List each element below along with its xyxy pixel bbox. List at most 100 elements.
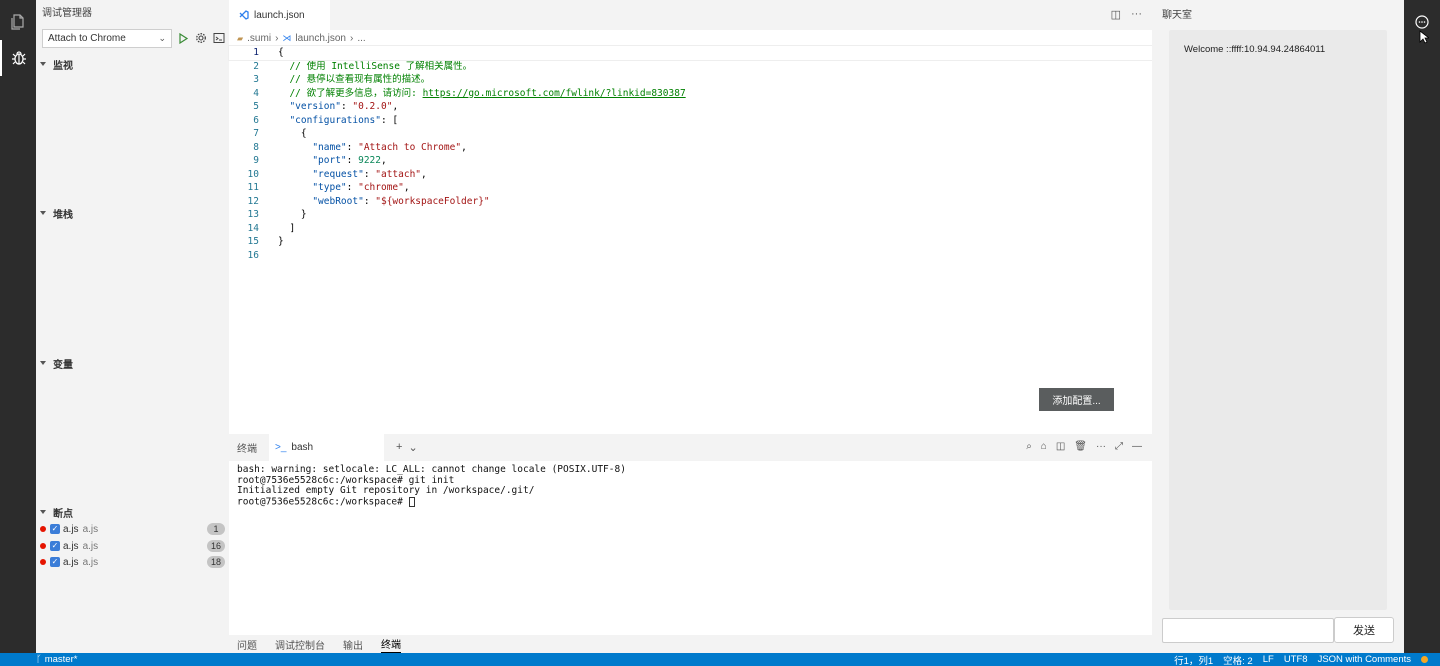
breakpoint-file: a.js bbox=[63, 540, 79, 552]
breadcrumb-file[interactable]: launch.json bbox=[295, 33, 346, 44]
files-icon bbox=[11, 14, 24, 30]
section-callstack[interactable]: 堆栈 bbox=[36, 205, 229, 221]
tab-launch-json[interactable]: launch.json bbox=[229, 0, 330, 30]
docs-link[interactable]: https://go.microsoft.com/fwlink/?linkid=… bbox=[423, 88, 686, 99]
code-line: 13 } bbox=[229, 208, 1152, 222]
start-debug-button[interactable] bbox=[176, 31, 190, 45]
breakpoint-item[interactable]: ✓ a.js a.js 16 bbox=[36, 538, 229, 554]
editor-tabs: launch.json ◫ ··· bbox=[229, 0, 1152, 30]
comment-text: // 欲了解更多信息，请访问: bbox=[289, 87, 423, 99]
debug-sidebar: 调试管理器 Attach to Chrome ⌄ 监视 堆栈 变量 断点 ✓ a… bbox=[36, 0, 229, 653]
new-terminal-group: + ⌄ bbox=[396, 441, 418, 454]
debug-config-value: Attach to Chrome bbox=[48, 32, 126, 44]
cursor-position[interactable]: 行1，列1 bbox=[1174, 653, 1213, 666]
gear-icon bbox=[196, 33, 206, 43]
editor-actions: ◫ ··· bbox=[1111, 8, 1142, 21]
split-terminal-icon[interactable]: ◫ bbox=[1056, 441, 1065, 452]
add-configuration-button[interactable]: 添加配置... bbox=[1039, 388, 1114, 411]
chevron-right-icon: › bbox=[275, 32, 279, 44]
mouse-cursor-icon bbox=[1419, 30, 1431, 47]
code-text: "name": "Attach to Chrome", bbox=[312, 141, 467, 153]
breakpoint-checkbox[interactable]: ✓ bbox=[50, 541, 60, 551]
more-actions-icon[interactable]: ··· bbox=[1096, 441, 1106, 452]
json-key: "webRoot" bbox=[312, 195, 364, 207]
code-text: // 欲了解更多信息，请访问: https://go.microsoft.com… bbox=[259, 87, 686, 101]
breakpoint-checkbox[interactable]: ✓ bbox=[50, 557, 60, 567]
tab-problems[interactable]: 问题 bbox=[237, 637, 257, 652]
chat-input[interactable] bbox=[1162, 618, 1334, 643]
breakpoint-line-badge: 16 bbox=[206, 540, 225, 552]
breakpoint-file: a.js bbox=[63, 556, 79, 568]
tab-output[interactable]: 输出 bbox=[343, 637, 363, 652]
caret-down-icon bbox=[40, 62, 46, 66]
status-bar-right: 行1，列1 空格: 2 LF UTF8 JSON with Comments bbox=[1174, 653, 1428, 666]
code-text: "type": "chrome", bbox=[312, 182, 410, 193]
section-variables[interactable]: 变量 bbox=[36, 355, 229, 371]
chat-message: Welcome ::ffff:10.94.94.24864011 bbox=[1184, 44, 1326, 55]
maximize-icon[interactable]: ⤢ bbox=[1115, 441, 1123, 452]
open-launch-config-button[interactable] bbox=[194, 31, 208, 45]
line-number: 6 bbox=[253, 114, 259, 126]
code-text: "port": 9222, bbox=[312, 155, 387, 166]
code-line: 12 "webRoot": "${workspaceFolder}" bbox=[229, 195, 1152, 209]
notification-icon[interactable] bbox=[1421, 656, 1428, 663]
debug-console-button[interactable] bbox=[212, 31, 226, 45]
section-watch[interactable]: 监视 bbox=[36, 56, 229, 72]
section-watch-label: 监视 bbox=[53, 60, 73, 72]
language-mode[interactable]: JSON with Comments bbox=[1318, 654, 1411, 665]
json-bracket: } bbox=[300, 209, 307, 220]
terminal-tab-bash[interactable]: >_ bash bbox=[269, 434, 384, 461]
panel-title: 终端 bbox=[237, 444, 257, 455]
breadcrumb-symbol[interactable]: ... bbox=[357, 33, 365, 44]
search-icon[interactable]: ⌕ bbox=[1026, 441, 1032, 452]
breakpoint-item[interactable]: ✓ a.js a.js 18 bbox=[36, 554, 229, 570]
line-number: 16 bbox=[247, 249, 259, 261]
breakpoint-item[interactable]: ✓ a.js a.js 1 bbox=[36, 521, 229, 537]
code-line: 7 { bbox=[229, 127, 1152, 141]
end-of-line[interactable]: LF bbox=[1263, 654, 1274, 665]
chevron-down-icon: ⌄ bbox=[158, 32, 166, 43]
breadcrumb-folder[interactable]: .sumi bbox=[247, 33, 271, 44]
code-editor[interactable]: 1{ 2 // 使用 IntelliSense 了解相关属性。 3 // 悬停以… bbox=[228, 45, 1153, 263]
indentation[interactable]: 空格: 2 bbox=[1223, 653, 1253, 666]
breakpoint-file: a.js bbox=[63, 523, 79, 535]
encoding[interactable]: UTF8 bbox=[1284, 654, 1308, 665]
debug-button[interactable] bbox=[0, 40, 36, 76]
more-actions-icon[interactable]: ··· bbox=[1131, 8, 1142, 21]
tab-debug-console[interactable]: 调试控制台 bbox=[275, 637, 325, 652]
terminal-tab-label: bash bbox=[291, 442, 314, 453]
breakpoint-desc: a.js bbox=[82, 540, 99, 552]
tab-terminal[interactable]: 终端 bbox=[381, 636, 401, 653]
code-line: 3 // 悬停以查看现有属性的描述。 bbox=[229, 73, 1152, 87]
terminal-output[interactable]: bash: warning: setlocale: LC_ALL: cannot… bbox=[229, 461, 1152, 512]
json-value: "Attach to Chrome" bbox=[358, 141, 462, 153]
section-variables-label: 变量 bbox=[53, 359, 73, 371]
activity-bar-left bbox=[0, 0, 36, 653]
folder-icon: ▰ bbox=[237, 33, 244, 43]
chevron-down-icon[interactable]: ⌄ bbox=[408, 441, 417, 454]
line-number: 9 bbox=[253, 155, 259, 166]
new-terminal-button[interactable]: + bbox=[396, 441, 402, 454]
code-text: "version": "0.2.0", bbox=[289, 101, 399, 112]
breakpoint-checkbox[interactable]: ✓ bbox=[50, 524, 60, 534]
explorer-button[interactable] bbox=[0, 4, 36, 40]
code-line: 15} bbox=[229, 235, 1152, 249]
trash-icon[interactable]: 🗑 bbox=[1074, 441, 1087, 452]
split-editor-icon[interactable]: ◫ bbox=[1111, 8, 1121, 21]
code-text: } bbox=[259, 208, 307, 222]
minimize-icon[interactable]: — bbox=[1132, 441, 1142, 452]
debug-config-select[interactable]: Attach to Chrome ⌄ bbox=[42, 28, 172, 48]
git-branch[interactable]: ᚴ master* bbox=[0, 654, 77, 665]
code-line: 11 "type": "chrome", bbox=[229, 181, 1152, 195]
line-number: 7 bbox=[253, 128, 259, 139]
send-button[interactable]: 发送 bbox=[1334, 617, 1394, 643]
section-breakpoints[interactable]: 断点 bbox=[36, 504, 229, 520]
terminal-cursor bbox=[408, 496, 415, 507]
lock-icon[interactable]: ⌂ bbox=[1041, 441, 1047, 452]
terminal-line: Initialized empty Git repository in /wor… bbox=[237, 485, 535, 496]
line-number: 12 bbox=[247, 195, 259, 207]
comment-text: // 使用 IntelliSense 了解相关属性。 bbox=[289, 60, 473, 72]
chat-title: 聊天室 bbox=[1162, 10, 1192, 21]
code-text: // 使用 IntelliSense 了解相关属性。 bbox=[259, 60, 472, 74]
